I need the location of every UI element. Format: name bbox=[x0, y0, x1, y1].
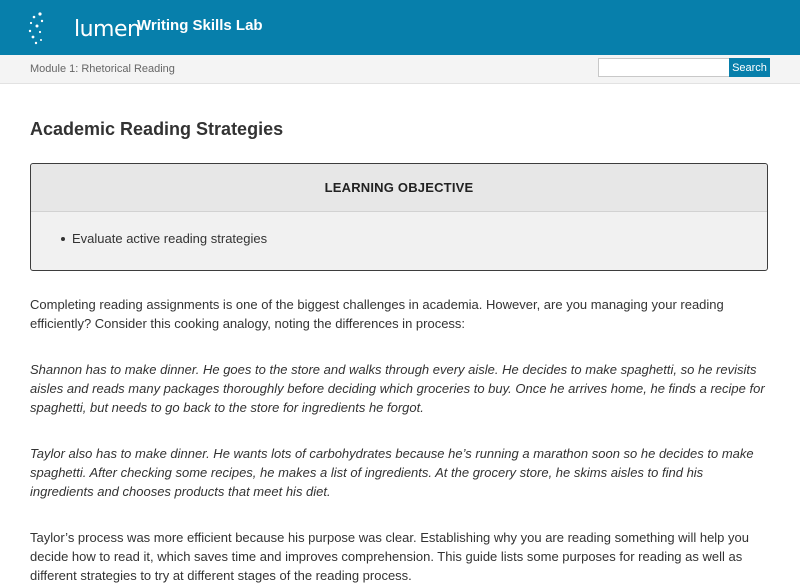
search-button[interactable]: Search bbox=[729, 58, 770, 77]
conclusion-paragraph: Taylor’s process was more efficient beca… bbox=[30, 530, 749, 583]
breadcrumb[interactable]: Module 1: Rhetorical Reading bbox=[30, 63, 175, 75]
intro-paragraph: Completing reading assignments is one of… bbox=[30, 297, 724, 331]
learning-objective-heading: LEARNING OBJECTIVE bbox=[31, 164, 767, 212]
search-input[interactable] bbox=[598, 58, 730, 77]
top-header-bar: lumen Writing Skills Lab bbox=[0, 0, 800, 55]
course-title[interactable]: Writing Skills Lab bbox=[137, 17, 263, 34]
learning-objective-box: LEARNING OBJECTIVE Evaluate active readi… bbox=[30, 163, 768, 271]
shannon-example-paragraph: Shannon has to make dinner. He goes to t… bbox=[30, 362, 765, 415]
learning-objective-item: Evaluate active reading strategies bbox=[60, 231, 268, 246]
logo-text: lumen bbox=[74, 17, 141, 42]
lumen-logo[interactable]: lumen bbox=[28, 10, 141, 46]
breadcrumb-bar: Module 1: Rhetorical Reading Search bbox=[0, 55, 800, 84]
page-title: Academic Reading Strategies bbox=[30, 119, 284, 139]
taylor-example-paragraph: Taylor also has to make dinner. He wants… bbox=[30, 446, 754, 499]
lumen-logo-dots-icon bbox=[28, 12, 44, 45]
